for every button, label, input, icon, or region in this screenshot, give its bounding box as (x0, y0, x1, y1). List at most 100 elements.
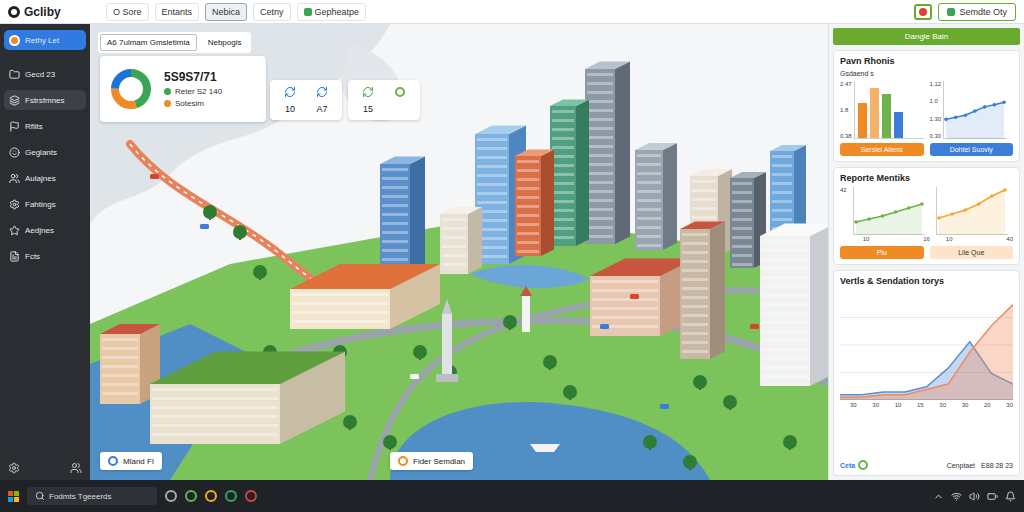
axis-tick: 15 (917, 402, 924, 408)
chart-point (973, 109, 977, 113)
sidebar-item[interactable]: Fcts (4, 246, 86, 266)
car (200, 224, 209, 229)
donut-segment (115, 73, 147, 105)
action-icon (947, 8, 955, 16)
tree (233, 225, 247, 240)
land-region (90, 24, 390, 224)
sidebar-item[interactable]: Fstrsfmnes (4, 90, 86, 110)
sidebar-item-icon (9, 35, 20, 46)
toolbar-tab[interactable]: O Sore (106, 3, 149, 21)
toolbar-tab[interactable]: Cetny (253, 3, 291, 21)
toolbar-tab[interactable]: Gepheatpe (297, 3, 367, 21)
map-label[interactable]: Mland Fl (100, 452, 162, 470)
start-icon[interactable] (8, 491, 19, 502)
pin-icon (398, 456, 408, 466)
sidebar-item[interactable]: Geglants (4, 142, 86, 162)
sidebar-item-icon (9, 173, 20, 184)
chart-point (907, 206, 911, 210)
panel-header: Dangle Bain (833, 28, 1020, 45)
area-chart (840, 290, 1013, 400)
panel-button[interactable]: Plu (840, 246, 924, 259)
app-icon[interactable] (225, 490, 237, 502)
panel-button[interactable]: Dohtel Suoviy (930, 143, 1014, 156)
map-tab[interactable]: Nebpogis (201, 34, 249, 51)
sidebar-item[interactable]: Fahtings (4, 194, 86, 214)
building (680, 222, 725, 360)
volume-icon[interactable] (969, 491, 980, 502)
toolbar-tab[interactable]: Entants (155, 3, 200, 21)
footer-status: Cenptaet (947, 462, 975, 469)
legend-item: Sotesim (164, 99, 222, 108)
car (600, 324, 609, 329)
system-tray (933, 491, 1016, 502)
summary-value: 5S9S7/71 (164, 70, 222, 84)
sidebar-item-icon (9, 121, 20, 132)
lake (390, 402, 710, 480)
search-icon (35, 491, 45, 501)
logo[interactable]: Gcliby (8, 5, 100, 19)
sidebar-item[interactable]: Rethy Let (4, 30, 86, 50)
card-subtitle: Gsdaend s (840, 70, 1013, 77)
sidebar-item[interactable]: Gecd 23 (4, 64, 86, 84)
chart-point (1003, 188, 1007, 192)
battery-icon[interactable] (987, 491, 998, 502)
refresh-icon (362, 86, 374, 98)
app-icon[interactable] (205, 490, 217, 502)
sidebar-item[interactable]: Aedjnes (4, 220, 86, 240)
car (630, 294, 639, 299)
axis-tick: 10 (863, 236, 870, 242)
bell-icon[interactable] (1005, 491, 1016, 502)
action-button[interactable]: Semdte Oty (938, 3, 1016, 21)
chart-point (963, 208, 967, 212)
sidebar-item-icon (9, 225, 20, 236)
card-title: Pavn Rhonis (840, 56, 1013, 66)
axis-tick: 1.12 (930, 81, 942, 87)
status-icon (395, 87, 405, 97)
settings-icon[interactable] (8, 462, 20, 474)
sidebar-item[interactable]: Aulajnes (4, 168, 86, 188)
chart-bar (870, 88, 879, 138)
toolbar-tab[interactable]: Nebica (205, 3, 247, 21)
tree (253, 265, 267, 280)
building (590, 259, 695, 337)
axis-tick: 30 (962, 402, 969, 408)
sidebar-item[interactable]: Rflits (4, 116, 86, 136)
monument (436, 299, 458, 382)
chart-point (977, 202, 981, 206)
axis-tick: 0.30 (930, 133, 942, 139)
app-icon[interactable] (185, 490, 197, 502)
park-ground (90, 214, 828, 480)
panel-button[interactable]: Sersiel Aliens (840, 143, 924, 156)
users-icon[interactable] (70, 462, 82, 474)
chart-point (867, 217, 871, 221)
building (635, 143, 677, 250)
stat-card[interactable]: 10A7 (270, 80, 342, 120)
record-button[interactable] (914, 4, 932, 20)
chevron-icon[interactable] (933, 491, 944, 502)
card-footer: CetaCenptaetE88 28 23 (840, 460, 1013, 470)
chart-point (990, 194, 994, 198)
footer-label[interactable]: Ceta (840, 460, 868, 470)
card-title: Reporte Mentiks (840, 173, 1013, 183)
stat-value: 10 (285, 104, 295, 114)
panel-button[interactable]: Lile Que (930, 246, 1014, 259)
sidebar-item-icon (9, 251, 20, 262)
refresh-icon (284, 86, 296, 98)
app-icon[interactable] (165, 490, 177, 502)
chart-point (950, 212, 954, 216)
tree (383, 435, 397, 450)
building (585, 62, 630, 245)
sidebar-item-icon (9, 199, 20, 210)
sidebar-item-icon (9, 147, 20, 158)
chart-line (856, 204, 922, 222)
wifi-icon[interactable] (951, 491, 962, 502)
map-tabs: A6 7ulmam GmsletimiaNebpogis (98, 32, 251, 53)
map-label[interactable]: Fider Semdlan (390, 452, 473, 470)
stat-card[interactable]: 15 (348, 80, 420, 120)
donut-chart (108, 66, 154, 112)
app-icon[interactable] (245, 490, 257, 502)
tree (413, 345, 427, 360)
map-tab[interactable]: A6 7ulmam Gmsletimia (100, 34, 197, 51)
axis-tick: 16 (923, 236, 930, 242)
taskbar-search[interactable]: Fodmts Tgeeerds (27, 487, 157, 505)
